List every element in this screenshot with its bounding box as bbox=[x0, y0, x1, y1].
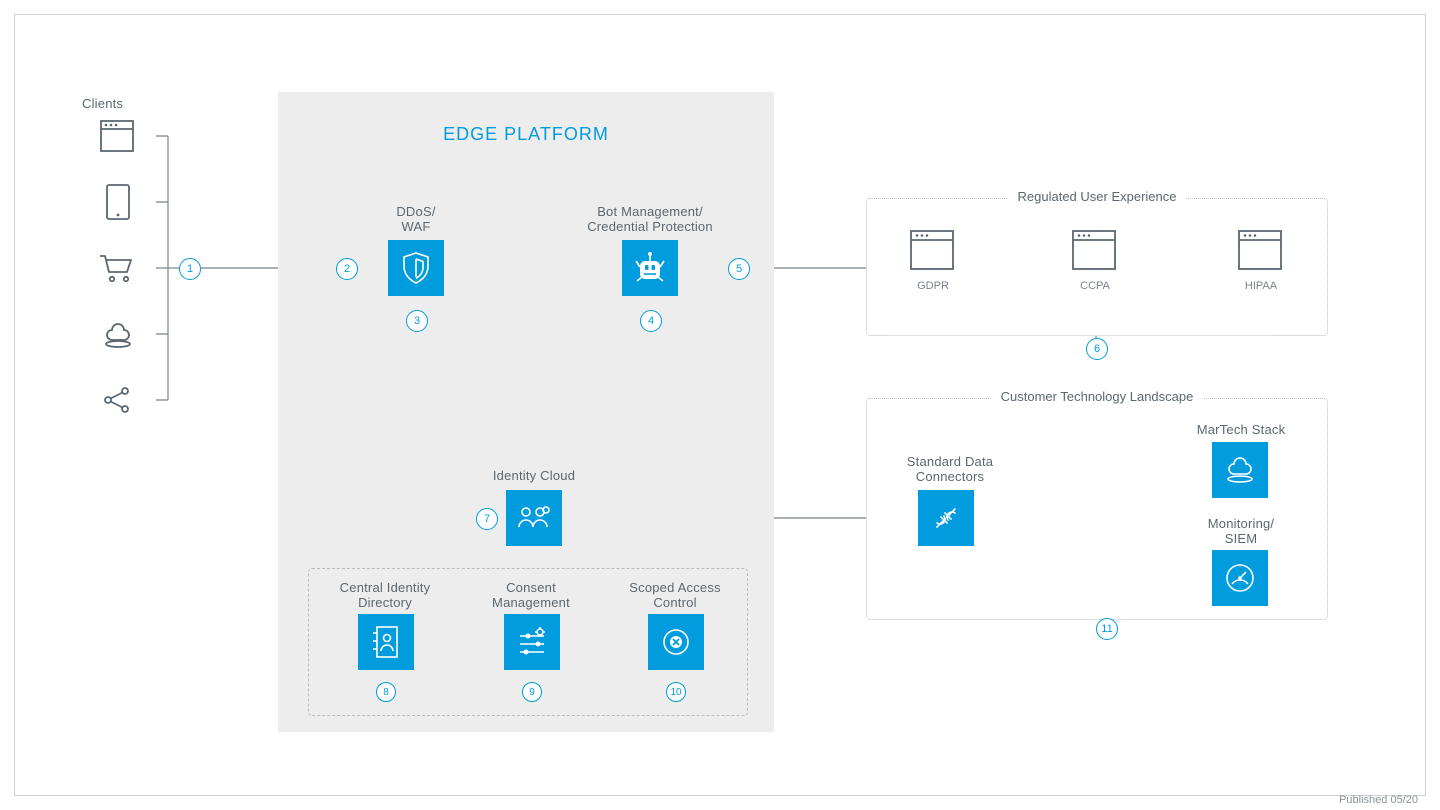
scoped-box bbox=[648, 614, 704, 670]
regulated-title: Regulated User Experience bbox=[1008, 189, 1187, 204]
scoped-label-l1: Scoped Access bbox=[620, 580, 730, 595]
tablet-icon bbox=[106, 184, 130, 220]
ddos-label-l2: WAF bbox=[366, 219, 466, 234]
browser-icon bbox=[100, 120, 134, 152]
sliders-gear-icon bbox=[516, 626, 548, 658]
contact-book-icon bbox=[371, 625, 401, 659]
plug-icon bbox=[929, 501, 963, 535]
consent-box bbox=[504, 614, 560, 670]
share-icon bbox=[102, 386, 132, 414]
siem-box bbox=[1212, 550, 1268, 606]
consent-label-l1: Consent bbox=[476, 580, 586, 595]
connectors-label-l1: Standard Data bbox=[890, 454, 1010, 469]
martech-label: MarTech Stack bbox=[1186, 422, 1296, 437]
identity-box bbox=[506, 490, 562, 546]
connectors-label-l2: Connectors bbox=[890, 469, 1010, 484]
bot-label-l2: Credential Protection bbox=[570, 219, 730, 234]
gauge-icon bbox=[1223, 561, 1257, 595]
step-5: 5 bbox=[728, 258, 750, 280]
tech-title: Customer Technology Landscape bbox=[991, 389, 1204, 404]
ccpa-label: CCPA bbox=[1060, 280, 1130, 292]
scoped-label-l2: Control bbox=[620, 595, 730, 610]
bot-label-l1: Bot Management/ bbox=[570, 204, 730, 219]
cloud-stack-icon bbox=[102, 320, 134, 350]
directory-label-l1: Central Identity bbox=[330, 580, 440, 595]
directory-box bbox=[358, 614, 414, 670]
step-8: 8 bbox=[376, 682, 396, 702]
cloud-stack-white-icon bbox=[1223, 455, 1257, 485]
gdpr-icon bbox=[910, 230, 954, 270]
bot-icon bbox=[633, 251, 667, 285]
siem-label: Monitoring/ SIEM bbox=[1186, 516, 1296, 546]
hipaa-icon bbox=[1238, 230, 1282, 270]
step-7: 7 bbox=[476, 508, 498, 530]
connectors-box bbox=[918, 490, 974, 546]
step-6: 6 bbox=[1086, 338, 1108, 360]
group-icon bbox=[516, 503, 552, 533]
directory-label-l2: Directory bbox=[330, 595, 440, 610]
ccpa-icon bbox=[1072, 230, 1116, 270]
ddos-label-l1: DDoS/ bbox=[366, 204, 466, 219]
step-1: 1 bbox=[179, 258, 201, 280]
cart-icon bbox=[98, 252, 136, 284]
directory-label: Central Identity Directory bbox=[330, 580, 440, 610]
step-11: 11 bbox=[1096, 618, 1118, 640]
bot-label: Bot Management/ Credential Protection bbox=[570, 204, 730, 234]
consent-label-l2: Management bbox=[476, 595, 586, 610]
martech-box bbox=[1212, 442, 1268, 498]
scoped-label: Scoped Access Control bbox=[620, 580, 730, 610]
connectors-label: Standard Data Connectors bbox=[890, 454, 1010, 484]
edge-title: EDGE PLATFORM bbox=[278, 124, 774, 145]
step-3: 3 bbox=[406, 310, 428, 332]
ddos-label: DDoS/ WAF bbox=[366, 204, 466, 234]
shield-icon bbox=[401, 251, 431, 285]
consent-label: Consent Management bbox=[476, 580, 586, 610]
published-footnote: Published 05/20 bbox=[1339, 794, 1418, 806]
clients-title: Clients bbox=[82, 96, 162, 111]
step-9: 9 bbox=[522, 682, 542, 702]
step-10: 10 bbox=[666, 682, 686, 702]
step-4: 4 bbox=[640, 310, 662, 332]
circle-x-icon bbox=[660, 626, 692, 658]
hipaa-label: HIPAA bbox=[1226, 280, 1296, 292]
identity-label: Identity Cloud bbox=[474, 468, 594, 483]
siem-label-l2: SIEM bbox=[1186, 531, 1296, 546]
bot-box bbox=[622, 240, 678, 296]
step-2: 2 bbox=[336, 258, 358, 280]
siem-label-l1: Monitoring/ bbox=[1186, 516, 1296, 531]
ddos-box bbox=[388, 240, 444, 296]
gdpr-label: GDPR bbox=[898, 280, 968, 292]
